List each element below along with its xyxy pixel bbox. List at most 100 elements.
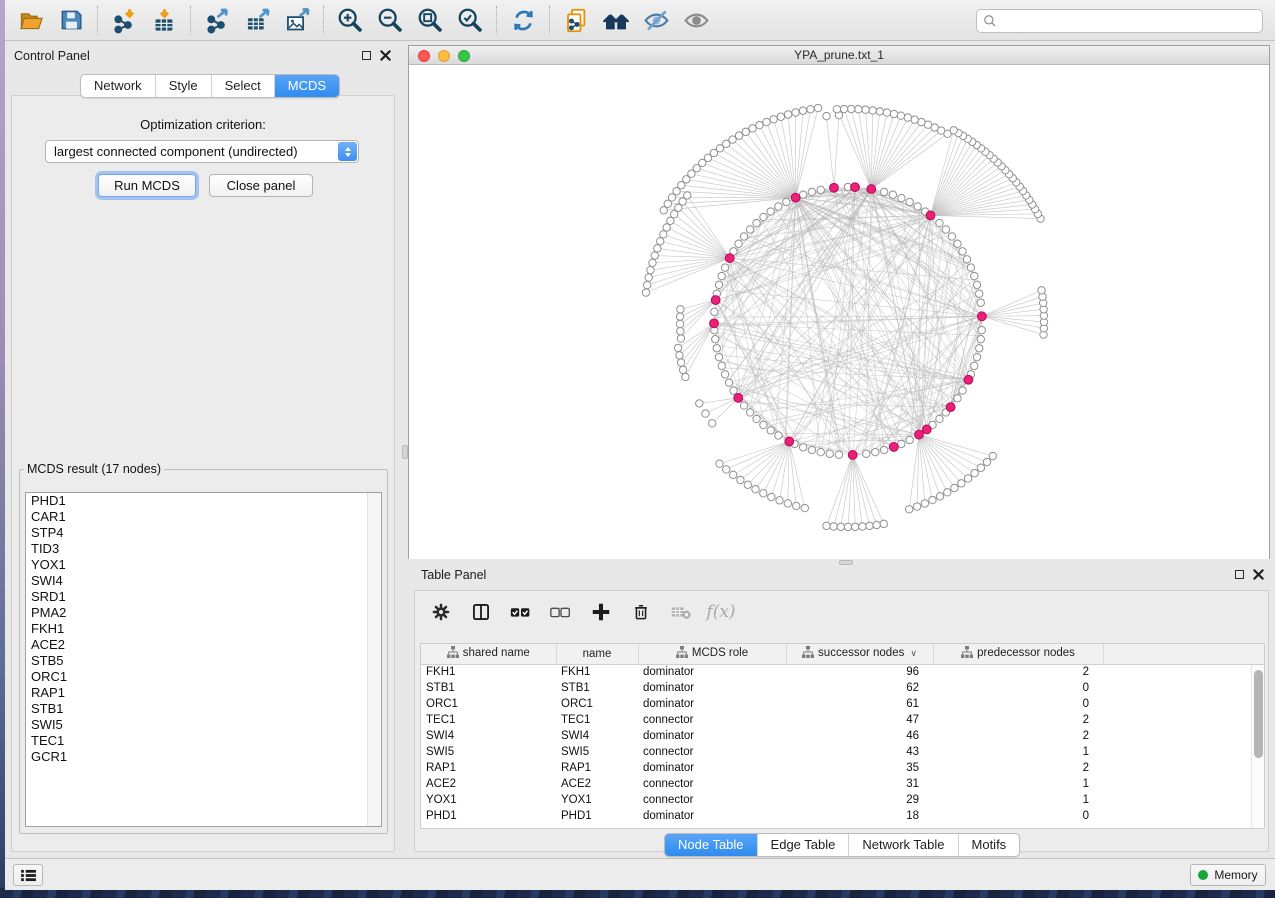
table-row[interactable]: STB1STB1dominator620 [421, 680, 1264, 696]
open-file-icon[interactable] [11, 3, 51, 37]
table-cell[interactable]: 2 [933, 728, 1103, 744]
mcds-result-list[interactable]: PHD1CAR1STP4TID3YOX1SWI4SRD1PMA2FKH1ACE2… [25, 492, 382, 827]
column-header-shared-name[interactable]: shared name [421, 644, 556, 664]
column-header-name[interactable]: name [556, 644, 638, 664]
table-cell[interactable]: TEC1 [556, 712, 638, 728]
mcds-node[interactable] [848, 451, 857, 460]
hide-selected-icon[interactable] [636, 3, 676, 37]
mcds-node[interactable] [711, 296, 720, 305]
table-row[interactable]: ACE2ACE2connector311 [421, 776, 1264, 792]
table-row[interactable]: FKH1FKH1dominator962 [421, 664, 1264, 680]
search-input[interactable] [1002, 14, 1256, 28]
mcds-node[interactable] [867, 185, 876, 194]
table-cell[interactable]: 96 [786, 664, 933, 680]
table-cell[interactable]: 46 [786, 728, 933, 744]
list-item[interactable]: TID3 [26, 541, 381, 557]
table-cell[interactable]: connector [638, 744, 786, 760]
table-row[interactable]: YOX1YOX1connector291 [421, 792, 1264, 808]
split-columns-icon[interactable] [463, 597, 499, 627]
table-cell[interactable]: dominator [638, 808, 786, 824]
table-cell[interactable]: ACE2 [556, 776, 638, 792]
zoom-out-icon[interactable] [370, 3, 410, 37]
table-cell[interactable]: 35 [786, 760, 933, 776]
log-console-button[interactable] [13, 864, 43, 886]
float-panel-icon[interactable] [362, 51, 371, 60]
export-image-icon[interactable] [277, 3, 317, 37]
float-panel-icon[interactable] [1235, 570, 1244, 579]
list-item[interactable]: STP4 [26, 525, 381, 541]
tab-edge-table[interactable]: Edge Table [757, 834, 849, 856]
table-cell[interactable]: 1 [933, 776, 1103, 792]
gear-icon[interactable] [423, 597, 459, 627]
table-cell[interactable]: 62 [786, 680, 933, 696]
table-cell[interactable]: 2 [933, 712, 1103, 728]
list-item[interactable]: SRD1 [26, 589, 381, 605]
tab-mcds[interactable]: MCDS [274, 75, 339, 97]
table-row[interactable]: ORC1ORC1dominator610 [421, 696, 1264, 712]
table-cell[interactable]: 2 [933, 664, 1103, 680]
table-cell[interactable]: 1 [933, 744, 1103, 760]
mcds-node[interactable] [830, 183, 839, 192]
mcds-node[interactable] [964, 375, 973, 384]
table-row[interactable]: SWI4SWI4dominator462 [421, 728, 1264, 744]
table-cell[interactable]: STB1 [556, 680, 638, 696]
table-cell[interactable]: RAP1 [556, 760, 638, 776]
run-mcds-button[interactable]: Run MCDS [98, 174, 196, 197]
table-cell[interactable]: 0 [933, 808, 1103, 824]
table-cell[interactable]: dominator [638, 664, 786, 680]
mcds-node[interactable] [734, 393, 743, 402]
horizontal-splitter[interactable] [409, 559, 1275, 566]
list-item[interactable]: ACE2 [26, 637, 381, 653]
table-cell[interactable]: connector [638, 776, 786, 792]
search-box[interactable] [976, 9, 1263, 33]
refresh-icon[interactable] [503, 3, 543, 37]
list-item[interactable]: STB1 [26, 701, 381, 717]
network-view-canvas[interactable] [409, 65, 1269, 559]
table-cell[interactable]: 29 [786, 792, 933, 808]
deselect-all-icon[interactable] [543, 597, 579, 627]
clone-network-icon[interactable] [556, 3, 596, 37]
mcds-node[interactable] [922, 425, 931, 434]
table-cell[interactable]: 1 [933, 792, 1103, 808]
mcds-node[interactable] [926, 211, 935, 220]
zoom-in-icon[interactable] [330, 3, 370, 37]
table-cell[interactable]: SWI5 [556, 744, 638, 760]
column-header-predecessor-nodes[interactable]: predecessor nodes [933, 644, 1103, 664]
list-item[interactable]: ORC1 [26, 669, 381, 685]
table-cell[interactable]: RAP1 [421, 760, 556, 776]
first-neighbors-icon[interactable] [596, 3, 636, 37]
table-cell[interactable]: SWI4 [556, 728, 638, 744]
select-all-icon[interactable] [503, 597, 539, 627]
list-item[interactable]: CAR1 [26, 509, 381, 525]
list-item[interactable]: GCR1 [26, 749, 381, 765]
table-row[interactable]: PHD1PHD1dominator180 [421, 808, 1264, 824]
table-cell[interactable]: PHD1 [421, 808, 556, 824]
show-all-icon[interactable] [676, 3, 716, 37]
close-panel-button[interactable]: Close panel [209, 174, 313, 197]
close-window-icon[interactable] [418, 50, 430, 62]
mcds-node[interactable] [710, 319, 719, 328]
memory-button[interactable]: Memory [1190, 864, 1266, 886]
table-cell[interactable]: FKH1 [556, 664, 638, 680]
tab-network[interactable]: Network [81, 75, 155, 97]
list-item[interactable]: SWI5 [26, 717, 381, 733]
list-item[interactable]: TEC1 [26, 733, 381, 749]
export-network-icon[interactable] [197, 3, 237, 37]
table-cell[interactable]: 0 [933, 696, 1103, 712]
list-item[interactable]: PMA2 [26, 605, 381, 621]
network-window-titlebar[interactable]: YPA_prune.txt_1 [409, 46, 1269, 65]
table-cell[interactable]: TEC1 [421, 712, 556, 728]
list-item[interactable]: SWI4 [26, 573, 381, 589]
table-cell[interactable]: SWI4 [421, 728, 556, 744]
mcds-node[interactable] [889, 443, 898, 452]
tab-node-table[interactable]: Node Table [665, 834, 757, 856]
table-row[interactable]: SWI5SWI5connector431 [421, 744, 1264, 760]
minimize-window-icon[interactable] [438, 50, 450, 62]
table-cell[interactable]: ORC1 [421, 696, 556, 712]
table-cell[interactable]: ORC1 [556, 696, 638, 712]
table-cell[interactable]: 18 [786, 808, 933, 824]
list-scrollbar[interactable] [367, 493, 381, 826]
zoom-selected-icon[interactable] [450, 3, 490, 37]
table-row[interactable]: RAP1RAP1dominator352 [421, 760, 1264, 776]
add-column-icon[interactable] [583, 597, 619, 627]
